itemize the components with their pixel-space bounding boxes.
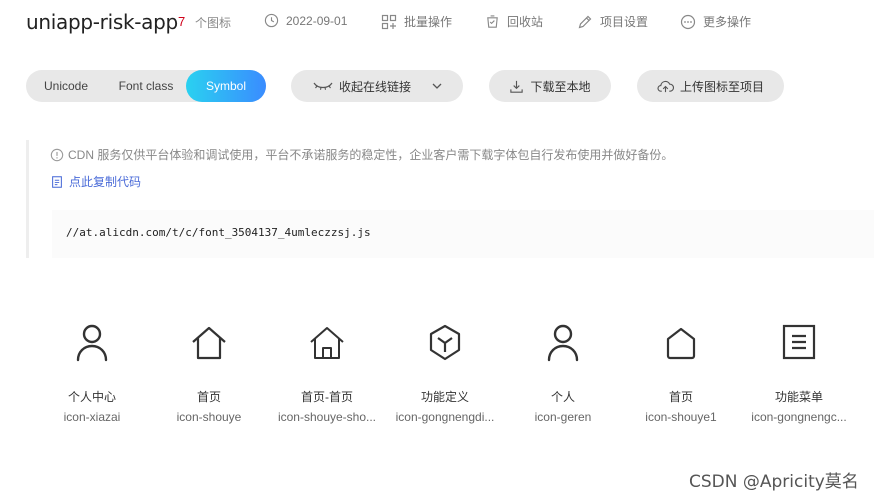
tab-symbol[interactable]: Symbol xyxy=(186,70,266,102)
icon-code: icon-shouye1 xyxy=(645,410,717,424)
info-icon xyxy=(50,148,64,161)
collapse-online-link-button[interactable]: 收起在线链接 xyxy=(291,70,463,102)
more-operations-button[interactable]: 更多操作 xyxy=(680,13,751,30)
upload-to-project-label: 上传图标至项目 xyxy=(679,79,764,94)
icon-name: 首页 xyxy=(668,390,693,404)
icon-card[interactable]: 个人中心 icon-xiazai xyxy=(36,318,148,433)
date-text: 2022-09-01 xyxy=(286,13,348,28)
copy-document-icon xyxy=(52,175,62,188)
icon-card[interactable]: 首页 icon-shouye1 xyxy=(625,318,737,433)
icon-name: 功能菜单 xyxy=(774,390,823,404)
icon-grid: 个人中心 icon-xiazai 首页 icon-shouye 首页-首页 ic… xyxy=(36,318,874,438)
cdn-notice-text: CDN 服务仅供平台体验和调试使用，平台不承诺服务的稳定性，企业客户需下载字体包… xyxy=(68,148,674,162)
cloud-upload-icon xyxy=(657,80,674,92)
recycle-bin-button[interactable]: 回收站 xyxy=(485,13,543,30)
project-header: uniapp-risk-app 7 个图标 2022-09-01 批量操作 回收… xyxy=(0,0,874,44)
copy-code-label: 点此复制代码 xyxy=(69,175,142,189)
cube-icon xyxy=(429,324,461,361)
user-icon xyxy=(76,324,108,362)
icon-code: icon-shouye xyxy=(176,410,242,424)
batch-operation-button[interactable]: 批量操作 xyxy=(381,13,452,30)
cdn-panel: CDN 服务仅供平台体验和调试使用，平台不承诺服务的稳定性，企业客户需下载字体包… xyxy=(26,140,874,258)
clock-icon xyxy=(264,13,279,28)
pencil-icon xyxy=(578,15,592,28)
project-settings-button[interactable]: 项目设置 xyxy=(577,13,648,30)
person-icon xyxy=(547,324,579,362)
icon-code: icon-shouye-sho... xyxy=(277,410,377,424)
collapse-online-link-label: 收起在线链接 xyxy=(339,79,412,94)
batch-operation-label: 批量操作 xyxy=(404,15,453,29)
icon-name: 个人中心 xyxy=(67,390,116,404)
recycle-bin-label: 回收站 xyxy=(507,15,544,29)
icon-count: 7 xyxy=(178,14,186,29)
icon-code: icon-gongnengc... xyxy=(751,410,847,424)
more-operations-label: 更多操作 xyxy=(703,15,752,29)
icon-code: icon-geren xyxy=(534,410,592,424)
code-snippet-box[interactable]: //at.alicdn.com/t/c/font_3504137_4umlecz… xyxy=(52,210,874,258)
copy-code-link[interactable]: 点此复制代码 xyxy=(50,173,141,190)
download-local-label: 下载至本地 xyxy=(530,79,591,94)
icon-count-label: 个图标 xyxy=(195,16,232,30)
recycle-bin-icon xyxy=(487,15,498,28)
created-date: 2022-09-01 xyxy=(264,13,347,28)
upload-to-project-button[interactable]: 上传图标至项目 xyxy=(637,70,784,102)
project-title: uniapp-risk-app xyxy=(26,10,178,34)
icon-name: 个人 xyxy=(550,390,575,404)
eye-closed-icon xyxy=(313,82,333,90)
home-door-icon xyxy=(310,327,344,359)
icon-code: icon-xiazai xyxy=(63,410,121,424)
watermark: CSDN @Apricity莫名 xyxy=(689,472,859,492)
usage-mode-tabs: Unicode Font class Symbol xyxy=(26,70,266,102)
chevron-down-icon xyxy=(432,83,442,89)
house-outline-icon xyxy=(666,327,696,360)
icon-card[interactable]: 个人 icon-geren xyxy=(507,318,619,433)
icon-card[interactable]: 首页-首页 icon-shouye-sho... xyxy=(271,318,383,433)
download-icon xyxy=(510,80,524,93)
more-dots-icon xyxy=(680,14,696,29)
icon-card[interactable]: 功能菜单 icon-gongnengc... xyxy=(743,318,855,433)
tab-unicode[interactable]: Unicode xyxy=(26,70,106,102)
tab-font-class[interactable]: Font class xyxy=(106,70,186,102)
icon-name: 功能定义 xyxy=(420,390,469,404)
cdn-notice: CDN 服务仅供平台体验和调试使用，平台不承诺服务的稳定性，企业客户需下载字体包… xyxy=(50,146,673,163)
icon-name: 首页 xyxy=(196,390,221,404)
code-snippet: //at.alicdn.com/t/c/font_3504137_4umlecz… xyxy=(66,226,371,239)
grid-icon xyxy=(381,14,397,29)
menu-list-icon xyxy=(782,324,816,360)
download-local-button[interactable]: 下载至本地 xyxy=(489,70,611,102)
home-icon xyxy=(192,326,226,360)
icon-card[interactable]: 首页 icon-shouye xyxy=(153,318,265,433)
icon-card[interactable]: 功能定义 icon-gongnengdi... xyxy=(389,318,501,433)
project-settings-label: 项目设置 xyxy=(600,15,649,29)
icon-code: icon-gongnengdi... xyxy=(395,410,495,424)
icon-name: 首页-首页 xyxy=(301,390,353,404)
